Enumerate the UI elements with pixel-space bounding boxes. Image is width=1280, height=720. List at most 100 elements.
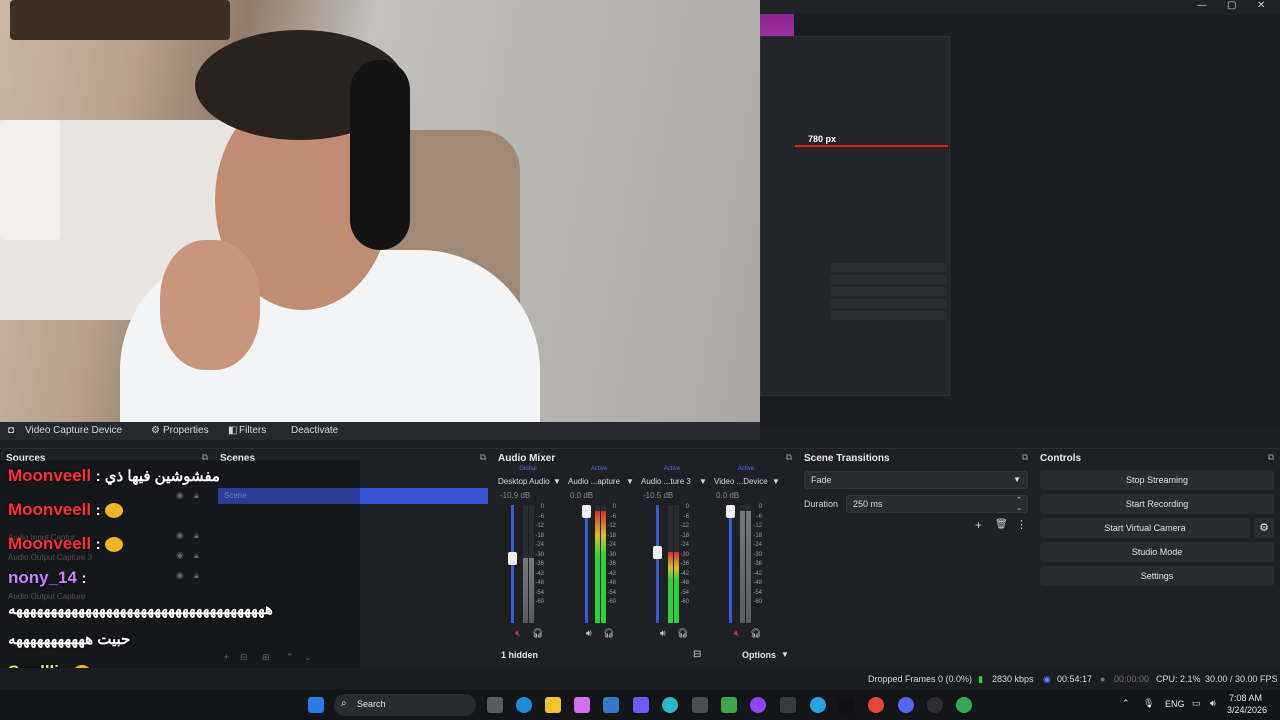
- level-meter: [740, 505, 745, 623]
- display-icon[interactable]: ▭: [1192, 698, 1201, 709]
- gear-icon: ⚙: [151, 425, 160, 436]
- copilot-icon[interactable]: [574, 697, 590, 713]
- popout-icon[interactable]: ⧉: [786, 452, 792, 463]
- chrome-icon[interactable]: [868, 697, 884, 713]
- chevron-down-icon[interactable]: ▼: [699, 477, 707, 486]
- source-name: Video Capture Device: [25, 425, 123, 436]
- task-view-icon[interactable]: [487, 697, 503, 713]
- search-box[interactable]: ⌕ Search: [334, 694, 476, 716]
- transition-select[interactable]: Fade ▼: [804, 471, 1028, 489]
- app-icon[interactable]: [662, 697, 678, 713]
- duration-input[interactable]: 250 ms ⌃ ⌄: [846, 495, 1028, 513]
- studio-mode-button[interactable]: Studio Mode: [1040, 542, 1274, 562]
- deactivate-button[interactable]: Deactivate: [291, 425, 338, 436]
- start-recording-button[interactable]: Start Recording: [1040, 494, 1274, 514]
- trash-icon[interactable]: 🗑︎: [995, 519, 1008, 530]
- db-tick: -18: [753, 532, 762, 539]
- stream-icon: ◉: [1043, 674, 1051, 684]
- chat-message: Moonveell : مفشوشين فيها ذي: [8, 466, 220, 486]
- clock-date[interactable]: 3/24/2026: [1227, 705, 1267, 715]
- search-icon: ⌕: [341, 698, 347, 709]
- properties-button[interactable]: Properties: [163, 425, 209, 436]
- db-tick: 0: [612, 504, 616, 510]
- chevron-down-icon[interactable]: ▼: [553, 477, 561, 486]
- record-time: 00:00:00: [1114, 674, 1150, 684]
- app-icon[interactable]: [692, 697, 708, 713]
- telegram-icon[interactable]: [810, 697, 826, 713]
- stepper-down-icon[interactable]: ⌄: [1016, 504, 1022, 512]
- fader-knob[interactable]: [726, 505, 735, 518]
- channel-db: 0.0 dB: [570, 491, 594, 500]
- headphones-icon[interactable]: 🎧︎: [677, 628, 688, 639]
- windows-start-icon[interactable]: [308, 697, 324, 713]
- options-button[interactable]: Options: [742, 650, 776, 660]
- file-explorer-icon[interactable]: [545, 697, 561, 713]
- add-icon[interactable]: +: [975, 518, 982, 532]
- px-measure-label: 780 px: [808, 134, 837, 144]
- maximize-icon[interactable]: ▢: [1227, 0, 1236, 11]
- popout-icon[interactable]: ⧉: [480, 452, 486, 463]
- transitions-title: Scene Transitions: [804, 453, 890, 464]
- gear-icon[interactable]: ⚙: [1254, 518, 1274, 538]
- more-icon[interactable]: ⋮: [1016, 518, 1027, 531]
- chevron-down-icon[interactable]: ▼: [626, 477, 634, 486]
- start-virtual-camera-button[interactable]: Start Virtual Camera: [1040, 518, 1250, 538]
- popout-icon[interactable]: ⧉: [1022, 452, 1028, 463]
- volume-fader[interactable]: [726, 505, 735, 623]
- headphones-icon[interactable]: 🎧︎: [532, 628, 543, 639]
- level-meter: [523, 505, 528, 623]
- db-tick: -12: [680, 523, 689, 529]
- tiktok-icon[interactable]: [839, 697, 855, 713]
- chevron-down-icon[interactable]: ▼: [772, 477, 780, 486]
- mute-icon[interactable]: 🔇︎: [515, 628, 521, 639]
- fader-knob[interactable]: [508, 552, 517, 565]
- layout-icon[interactable]: ⊟: [693, 649, 701, 660]
- chat-message: Moonveell :: [8, 500, 124, 520]
- discord-icon[interactable]: [898, 697, 914, 713]
- popout-icon[interactable]: ⧉: [1268, 452, 1274, 463]
- chat-text: حبيت هههههههههههه: [8, 631, 131, 648]
- search-label: Search: [357, 699, 386, 709]
- store-icon[interactable]: [603, 697, 619, 713]
- settings-button[interactable]: Settings: [1040, 566, 1274, 586]
- volume-fader[interactable]: [582, 505, 591, 623]
- db-tick: 0: [758, 504, 762, 510]
- clock-time[interactable]: 7:08 AM: [1229, 693, 1262, 703]
- edge-icon[interactable]: [516, 697, 532, 713]
- microphone-icon[interactable]: 🎙︎: [1143, 698, 1154, 709]
- app-icon[interactable]: [750, 697, 766, 713]
- speaker-icon[interactable]: 🔊︎: [586, 628, 592, 639]
- mute-icon[interactable]: 🔇︎: [734, 628, 740, 639]
- speaker-icon[interactable]: 🔊︎: [660, 628, 666, 639]
- stepper-up-icon[interactable]: ⌃: [1016, 496, 1022, 504]
- language[interactable]: ENG: [1165, 699, 1185, 709]
- chrome-icon[interactable]: [956, 697, 972, 713]
- chevron-up-icon[interactable]: ⌃: [1122, 698, 1130, 709]
- db-tick: -54: [607, 589, 616, 596]
- chevron-down-icon[interactable]: ▼: [781, 650, 789, 659]
- volume-fader[interactable]: [508, 505, 517, 623]
- close-icon[interactable]: ✕: [1257, 0, 1265, 11]
- volume-icon[interactable]: 🔊︎: [1210, 698, 1216, 709]
- fader-knob[interactable]: [653, 546, 662, 559]
- filters-button[interactable]: Filters: [239, 425, 266, 436]
- db-tick: -60: [535, 599, 544, 605]
- app-icon[interactable]: [780, 697, 796, 713]
- headphones: [350, 60, 410, 250]
- db-tick: 0: [685, 504, 689, 510]
- stop-streaming-button[interactable]: Stop Streaming: [1040, 470, 1274, 490]
- headphones-icon[interactable]: 🎧︎: [750, 628, 761, 639]
- chat-message: nony_14 :: [8, 568, 86, 588]
- headphones-icon[interactable]: 🎧︎: [603, 628, 614, 639]
- chat-message: هههههههههههههههههههههههههههههههههههههه: [8, 600, 273, 619]
- db-tick: -24: [535, 542, 544, 548]
- obs-icon[interactable]: [927, 697, 943, 713]
- minimize-icon[interactable]: —: [1197, 0, 1207, 11]
- chat-text: :: [95, 536, 101, 553]
- volume-fader[interactable]: [653, 505, 662, 623]
- hidden-count[interactable]: 1 hidden: [501, 650, 538, 660]
- fader-knob[interactable]: [582, 505, 591, 518]
- app-icon[interactable]: [633, 697, 649, 713]
- minecraft-icon[interactable]: [721, 697, 737, 713]
- db-tick: -60: [607, 599, 616, 605]
